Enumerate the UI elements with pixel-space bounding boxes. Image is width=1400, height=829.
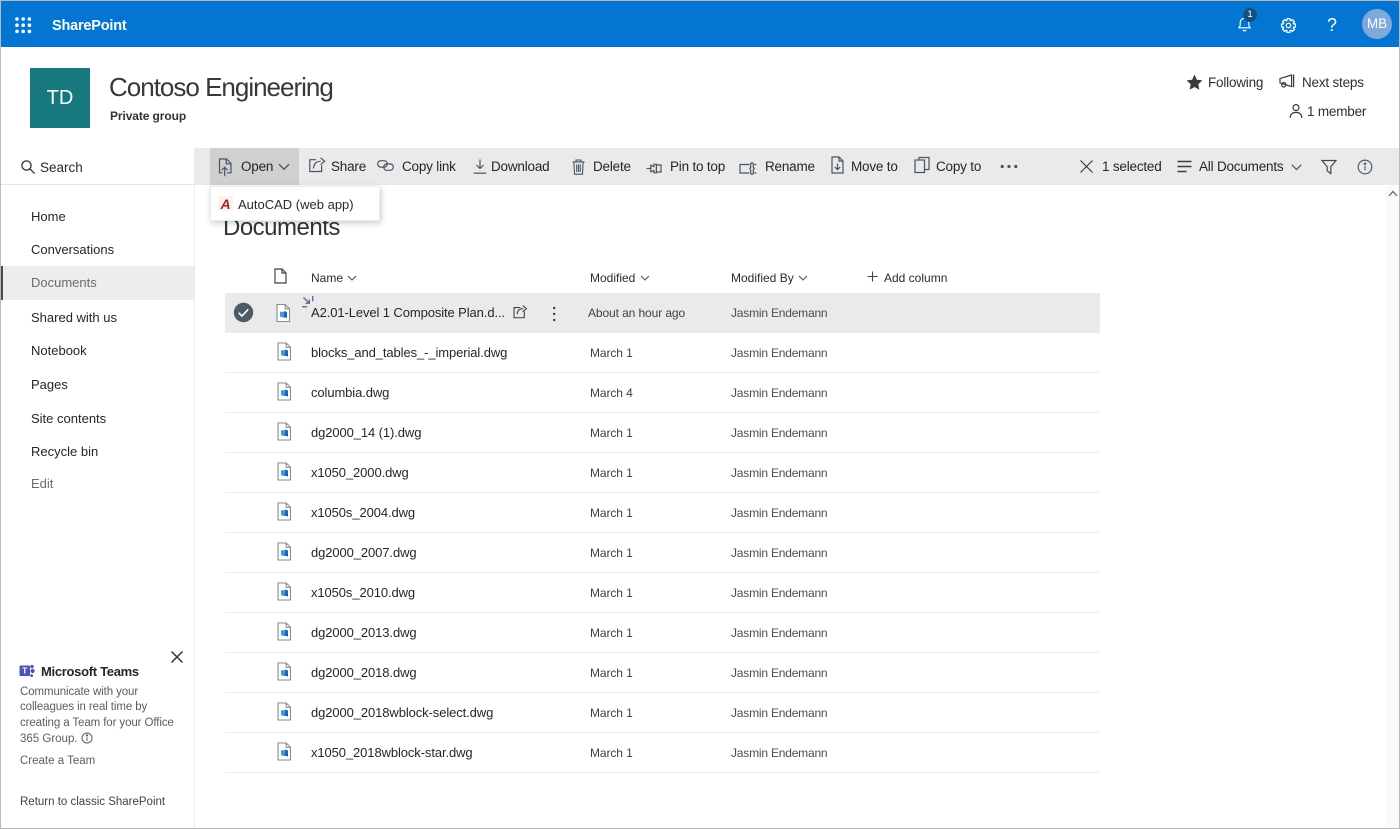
svg-text:T: T <box>22 666 28 676</box>
